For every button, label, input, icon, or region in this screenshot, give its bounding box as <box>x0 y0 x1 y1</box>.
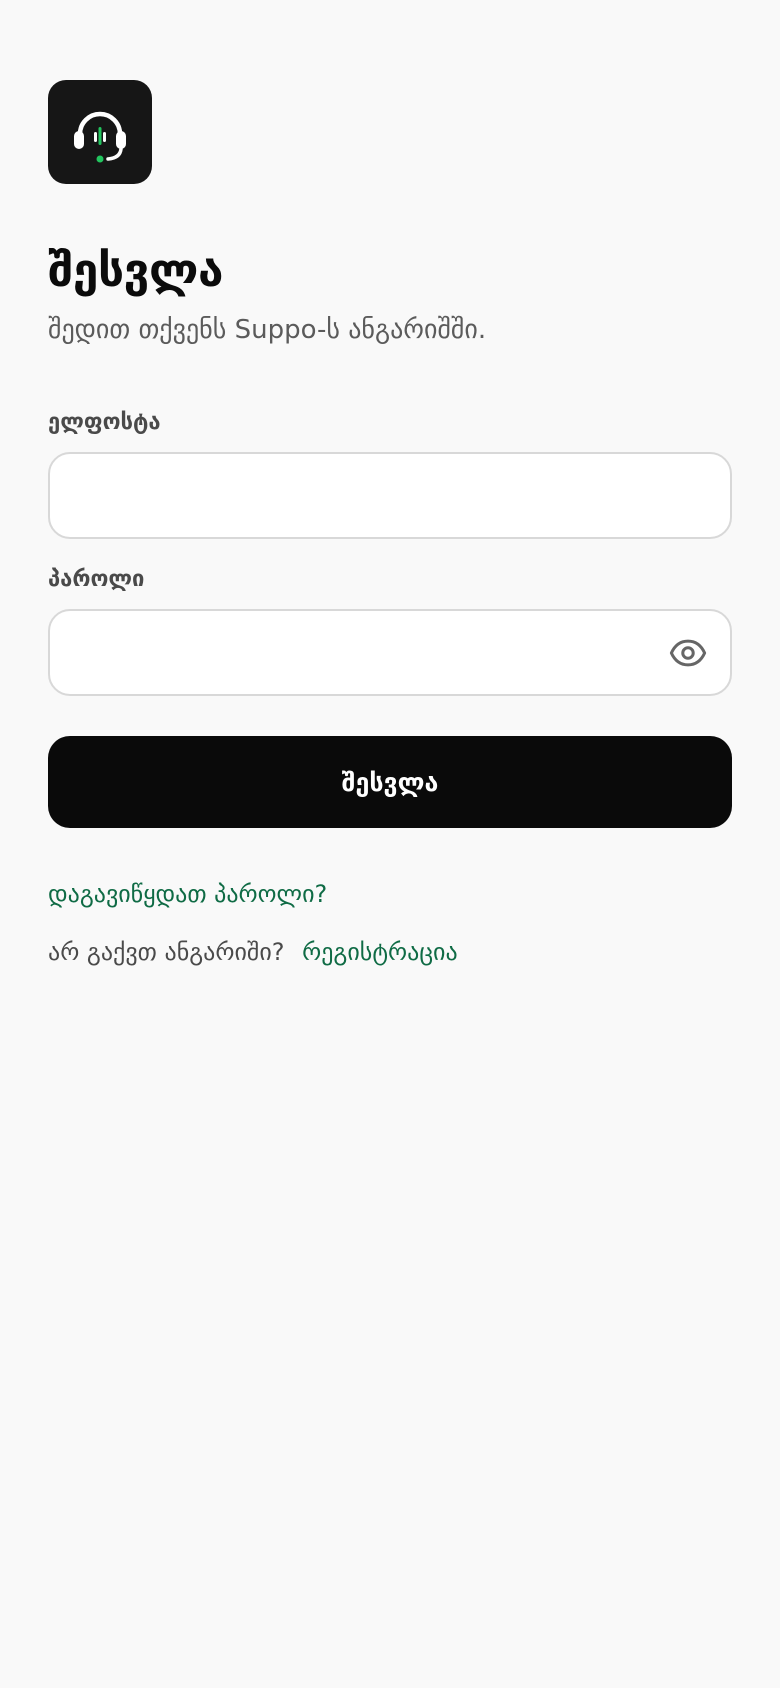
signup-row: არ გაქვთ ანგარიში? რეგისტრაცია <box>48 936 732 968</box>
page-title: შესვლა <box>48 243 223 297</box>
app-logo <box>48 80 152 184</box>
show-password-toggle[interactable] <box>668 633 708 673</box>
email-field[interactable] <box>50 454 730 537</box>
password-field[interactable] <box>50 611 730 694</box>
page-subtitle: შედით თქვენს Suppo-ს ანგარიშში. <box>48 315 487 345</box>
login-button[interactable]: შესვლა <box>48 736 732 828</box>
register-link[interactable]: რეგისტრაცია <box>302 938 458 966</box>
login-screen: შესვლა შედით თქვენს Suppo-ს ანგარიშში. ე… <box>48 80 732 968</box>
email-label: ელფოსტა <box>48 410 161 435</box>
password-label: პაროლი <box>48 567 145 592</box>
password-field-container <box>48 609 732 696</box>
email-field-container <box>48 452 732 539</box>
headset-icon <box>74 111 126 163</box>
no-account-text: არ გაქვთ ანგარიში? <box>48 938 285 966</box>
eye-icon <box>669 639 707 666</box>
forgot-password-link[interactable]: დაგავიწყდათ პაროლი? <box>48 878 327 910</box>
